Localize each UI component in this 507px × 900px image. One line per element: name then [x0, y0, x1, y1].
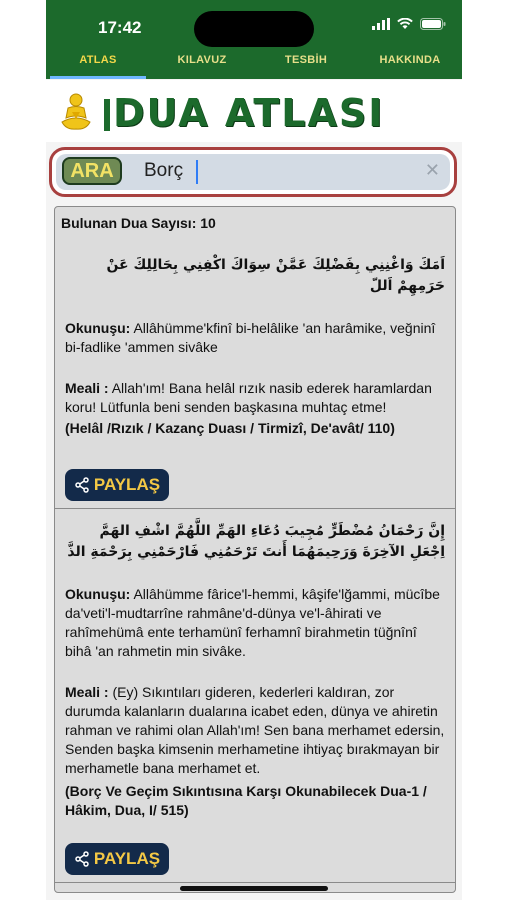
- dua-arabic-text: اَمَكَ وَاغْنِنِي بِفَضْلِكَ عَمَّنْ سِو…: [106, 257, 445, 294]
- dua-okunusu: Okunuşu: Allâhümme fârice'l-hemmi, kâşif…: [55, 585, 455, 661]
- wifi-icon: [397, 18, 413, 29]
- meali-label: Meali :: [65, 380, 109, 396]
- brand-header: DUA ATLASI: [46, 80, 462, 142]
- app-title: DUA ATLASI: [113, 91, 385, 135]
- meali-text: (Ey) Sıkıntıları gideren, kederleri kald…: [65, 684, 445, 776]
- card-divider: [55, 508, 455, 509]
- share-icon: [75, 851, 89, 867]
- status-time: 17:42: [98, 18, 142, 37]
- praying-figure-icon: [61, 93, 91, 130]
- meali-label: Meali :: [65, 684, 109, 700]
- share-icon: [75, 477, 89, 493]
- status-icons: [372, 18, 446, 30]
- dua-meali: Meali : Allah'ım! Bana helâl rızık nasib…: [55, 379, 455, 417]
- clear-icon[interactable]: ✕: [425, 160, 440, 181]
- dua-source: (Helâl /Rızık / Kazanç Duası / Tirmizî, …: [65, 420, 395, 436]
- share-button[interactable]: PAYLAŞ: [65, 469, 169, 501]
- okunusu-label: Okunuşu:: [65, 586, 131, 602]
- search-bar: ARA ✕: [49, 147, 457, 197]
- share-button[interactable]: PAYLAŞ: [65, 843, 169, 875]
- share-label: PAYLAŞ: [93, 475, 161, 494]
- search-input[interactable]: [144, 158, 404, 184]
- top-bar: 17:42 ATLAS KILAVUZ TESBİH HAKKINDA: [46, 0, 462, 79]
- tab-hakkinda[interactable]: HAKKINDA: [358, 50, 462, 79]
- signal-icon: [372, 18, 390, 30]
- okunusu-label: Okunuşu:: [65, 320, 131, 336]
- text-caret: [196, 160, 198, 184]
- dua-meali: Meali : (Ey) Sıkıntıları gideren, kederl…: [55, 683, 455, 778]
- brand-divider: [104, 99, 110, 131]
- dua-card: إِنَّ رَحْمَانُ مُضْطَرٍّ مُجِيبَ دُعَاء…: [55, 521, 455, 820]
- dua-okunusu: Okunuşu: Allâhümme'kfinî bi-helâlike 'an…: [55, 319, 455, 357]
- search-button[interactable]: ARA: [62, 157, 122, 185]
- tab-bar: ATLAS KILAVUZ TESBİH HAKKINDA: [46, 50, 462, 79]
- results-list[interactable]: Bulunan Dua Sayısı: 10 اَمَكَ وَاغْنِنِي…: [54, 206, 456, 893]
- dua-arabic-text: إِنَّ رَحْمَانُ مُضْطَرٍّ مُجِيبَ دُعَاء…: [67, 523, 445, 560]
- tab-kilavuz[interactable]: KILAVUZ: [150, 50, 254, 79]
- dua-card: اَمَكَ وَاغْنِنِي بِفَضْلِكَ عَمَّنْ سِو…: [55, 255, 455, 438]
- tab-atlas[interactable]: ATLAS: [46, 50, 150, 79]
- battery-icon: [420, 18, 446, 30]
- result-count: Bulunan Dua Sayısı: 10: [61, 215, 216, 231]
- meali-text: Allah'ım! Bana helâl rızık nasib ederek …: [65, 380, 432, 415]
- share-label: PAYLAŞ: [93, 849, 161, 868]
- search-field-container: ARA ✕: [56, 154, 450, 190]
- app-screen: 17:42 ATLAS KILAVUZ TESBİH HAKKINDA DUA …: [46, 0, 462, 900]
- dynamic-island: [194, 11, 314, 47]
- home-indicator: [180, 886, 328, 891]
- tab-tesbih[interactable]: TESBİH: [254, 50, 358, 79]
- card-divider: [55, 882, 455, 883]
- dua-source: (Borç Ve Geçim Sıkıntısına Karşı Okunabi…: [65, 783, 427, 818]
